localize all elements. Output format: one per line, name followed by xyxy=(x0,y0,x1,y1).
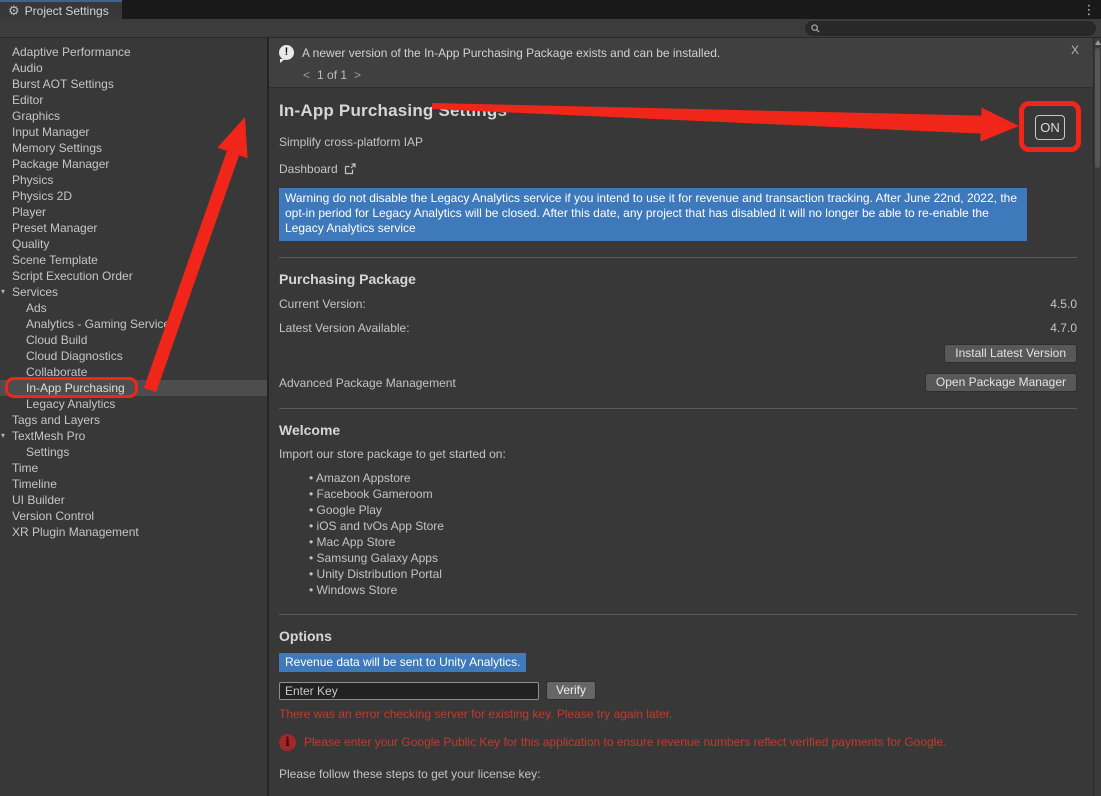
main-panel: ! A newer version of the In-App Purchasi… xyxy=(269,38,1093,796)
section-divider xyxy=(279,257,1077,258)
expander-triangle-icon[interactable]: ▾ xyxy=(1,428,11,444)
key-error-message: There was an error checking server for e… xyxy=(279,707,1077,721)
install-latest-version-button[interactable]: Install Latest Version xyxy=(944,344,1077,363)
sidebar-item-timeline[interactable]: Timeline xyxy=(0,476,267,492)
pager-next-icon[interactable]: > xyxy=(354,68,361,82)
scrollbar-thumb[interactable] xyxy=(1095,48,1100,168)
store-item: Samsung Galaxy Apps xyxy=(309,550,1077,566)
section-divider xyxy=(279,614,1077,615)
title-bar: ⚙ Project Settings ⋮ xyxy=(0,0,1101,19)
sidebar-item-input-manager[interactable]: Input Manager xyxy=(0,124,267,140)
info-icon: i xyxy=(279,734,296,751)
current-version-value: 4.5.0 xyxy=(1050,297,1077,311)
open-package-manager-button[interactable]: Open Package Manager xyxy=(925,373,1077,392)
sidebar-item-preset-manager[interactable]: Preset Manager xyxy=(0,220,267,236)
legacy-analytics-warning: Warning do not disable the Legacy Analyt… xyxy=(279,188,1027,241)
store-item: Mac App Store xyxy=(309,534,1077,550)
notification-bubble-icon: ! xyxy=(279,45,294,60)
store-item: Unity Distribution Portal xyxy=(309,566,1077,582)
tab-project-settings[interactable]: ⚙ Project Settings xyxy=(0,0,122,19)
license-steps-intro: Please follow these steps to get your li… xyxy=(279,767,1077,781)
notification-message: A newer version of the In-App Purchasing… xyxy=(302,46,720,60)
sidebar-item-ads[interactable]: Ads xyxy=(0,300,267,316)
verify-button[interactable]: Verify xyxy=(546,681,596,700)
sidebar-item-tags-and-layers[interactable]: Tags and Layers xyxy=(0,412,267,428)
settings-content: In-App Purchasing Settings Simplify cros… xyxy=(269,101,1093,796)
sidebar-item-textmesh-settings[interactable]: Settings xyxy=(0,444,267,460)
welcome-intro: Import our store package to get started … xyxy=(279,447,1077,461)
notification-pager: < 1 of 1 > xyxy=(303,68,1083,82)
sidebar-item-audio[interactable]: Audio xyxy=(0,60,267,76)
search-box[interactable] xyxy=(805,21,1096,36)
sidebar-item-collaborate[interactable]: Collaborate xyxy=(0,364,267,380)
sidebar-item-in-app-purchasing[interactable]: In-App Purchasing xyxy=(0,380,267,396)
sidebar-item-script-execution-order[interactable]: Script Execution Order xyxy=(0,268,267,284)
expander-triangle-icon[interactable]: ▾ xyxy=(1,284,11,300)
store-item: iOS and tvOs App Store xyxy=(309,518,1077,534)
sidebar-item-graphics[interactable]: Graphics xyxy=(0,108,267,124)
pager-prev-icon[interactable]: < xyxy=(303,68,310,82)
toolbar xyxy=(0,19,1101,38)
sidebar-item-xr-plugin-management[interactable]: XR Plugin Management xyxy=(0,524,267,540)
sidebar-item-physics-2d[interactable]: Physics 2D xyxy=(0,188,267,204)
update-notification-bar: ! A newer version of the In-App Purchasi… xyxy=(269,38,1093,88)
google-key-warning-row: i Please enter your Google Public Key fo… xyxy=(279,734,1077,751)
purchasing-package-heading: Purchasing Package xyxy=(279,271,1077,287)
store-item: Amazon Appstore xyxy=(309,470,1077,486)
sidebar-item-quality[interactable]: Quality xyxy=(0,236,267,252)
scroll-up-arrow-icon[interactable] xyxy=(1095,40,1101,45)
search-icon xyxy=(811,24,820,33)
sidebar-item-version-control[interactable]: Version Control xyxy=(0,508,267,524)
external-link-icon xyxy=(344,163,356,175)
options-heading: Options xyxy=(279,628,1077,644)
sidebar-item-memory-settings[interactable]: Memory Settings xyxy=(0,140,267,156)
advanced-package-management-label: Advanced Package Management xyxy=(279,376,456,390)
iap-on-toggle-button[interactable]: ON xyxy=(1035,115,1065,140)
store-item: Facebook Gameroom xyxy=(309,486,1077,502)
pager-label: 1 of 1 xyxy=(317,68,347,82)
sidebar-item-cloud-build[interactable]: Cloud Build xyxy=(0,332,267,348)
section-divider xyxy=(279,408,1077,409)
settings-sidebar: Adaptive Performance Audio Burst AOT Set… xyxy=(0,38,267,796)
simplify-iap-label: Simplify cross-platform IAP xyxy=(279,135,1077,149)
sidebar-item-scene-template[interactable]: Scene Template xyxy=(0,252,267,268)
dashboard-label: Dashboard xyxy=(279,162,338,176)
store-item: Google Play xyxy=(309,502,1077,518)
sidebar-item-textmesh-pro[interactable]: ▾ TextMesh Pro xyxy=(0,428,267,444)
sidebar-item-legacy-analytics[interactable]: Legacy Analytics xyxy=(0,396,267,412)
sidebar-item-physics[interactable]: Physics xyxy=(0,172,267,188)
revenue-note-highlight: Revenue data will be sent to Unity Analy… xyxy=(279,653,526,672)
latest-version-value: 4.7.0 xyxy=(1050,321,1077,335)
sidebar-item-ui-builder[interactable]: UI Builder xyxy=(0,492,267,508)
sidebar-item-label: TextMesh Pro xyxy=(12,429,85,443)
sidebar-item-editor[interactable]: Editor xyxy=(0,92,267,108)
store-list: Amazon Appstore Facebook Gameroom Google… xyxy=(309,470,1077,598)
sidebar-item-analytics-gaming-services[interactable]: Analytics - Gaming Services xyxy=(0,316,267,332)
close-icon[interactable]: X xyxy=(1071,43,1079,57)
current-version-label: Current Version: xyxy=(279,297,366,311)
sidebar-item-label: Services xyxy=(12,285,58,299)
google-key-input[interactable] xyxy=(279,682,539,700)
google-key-warning-text: Please enter your Google Public Key for … xyxy=(304,735,946,749)
sidebar-item-time[interactable]: Time xyxy=(0,460,267,476)
sidebar-item-adaptive-performance[interactable]: Adaptive Performance xyxy=(0,44,267,60)
page-title: In-App Purchasing Settings xyxy=(279,101,1077,121)
project-settings-window: ⚙ Project Settings ⋮ Adaptive Performanc… xyxy=(0,0,1101,796)
sidebar-item-burst-aot-settings[interactable]: Burst AOT Settings xyxy=(0,76,267,92)
gear-icon: ⚙ xyxy=(8,4,20,17)
sidebar-item-player[interactable]: Player xyxy=(0,204,267,220)
kebab-menu-icon[interactable]: ⋮ xyxy=(1081,1,1097,18)
latest-version-label: Latest Version Available: xyxy=(279,321,410,335)
tab-title: Project Settings xyxy=(25,4,109,18)
sidebar-item-services[interactable]: ▾ Services xyxy=(0,284,267,300)
sidebar-item-package-manager[interactable]: Package Manager xyxy=(0,156,267,172)
sidebar-item-cloud-diagnostics[interactable]: Cloud Diagnostics xyxy=(0,348,267,364)
vertical-scrollbar[interactable] xyxy=(1093,38,1101,796)
search-input[interactable] xyxy=(824,22,1090,35)
welcome-heading: Welcome xyxy=(279,422,1077,438)
store-item: Windows Store xyxy=(309,582,1077,598)
dashboard-link[interactable]: Dashboard xyxy=(279,162,1077,176)
